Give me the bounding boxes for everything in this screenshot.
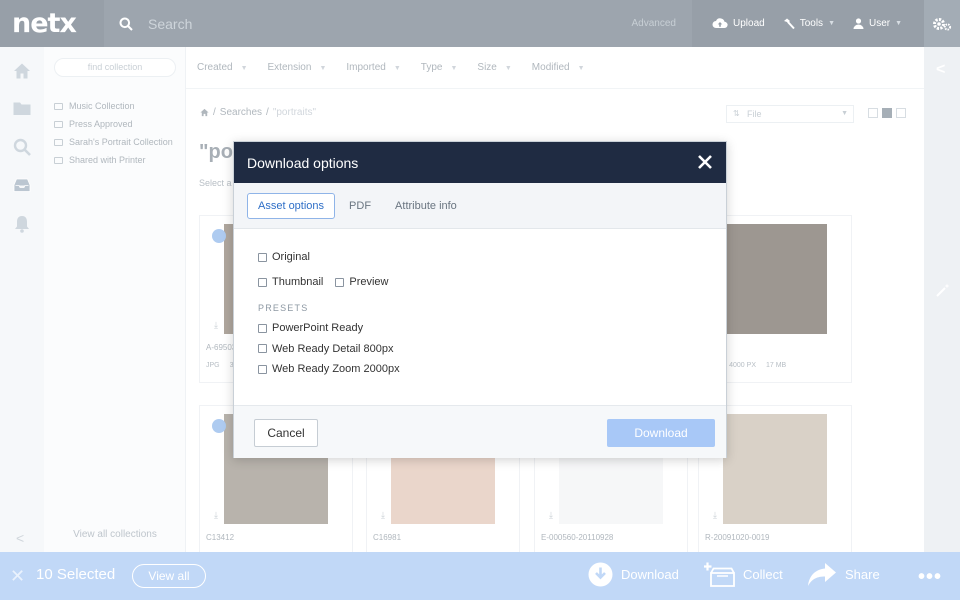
dialog-header: Download options [234,142,726,183]
share-button[interactable]: Share [807,562,880,587]
selection-bar: ✕ 10 Selected View all Download Collect … [0,552,960,600]
preset-label: Web Ready Zoom 2000px [272,363,400,375]
preview-checkbox[interactable] [335,277,345,287]
dialog-footer: Cancel Download [234,405,726,458]
preset-checkbox[interactable] [258,364,267,374]
preset-checkbox[interactable] [258,344,267,353]
option-thumbnail[interactable]: Thumbnail [258,274,323,290]
presets-heading: PRESETS [258,303,309,313]
original-checkbox[interactable] [258,252,267,262]
preset-web-ready-zoom[interactable]: Web Ready Zoom 2000px [258,361,726,377]
tab-asset-options[interactable]: Asset options [247,192,336,219]
download-selected-button[interactable]: Download [588,562,679,587]
preset-web-ready-detail[interactable]: Web Ready Detail 800px [258,341,726,357]
preset-powerpoint-ready[interactable]: PowerPoint Ready [258,320,726,336]
preset-checkbox[interactable] [258,323,267,333]
thumbnail-checkbox[interactable] [258,277,267,287]
option-row: Thumbnail Preview [258,274,726,290]
share-arrow-icon [808,563,836,586]
preview-label: Preview [349,276,389,288]
thumbnail-label: Thumbnail [272,276,324,288]
asset-options-panel: Original Thumbnail Preview PRESETS Power… [234,229,726,377]
dialog-tabs: Asset options PDF Attribute info [234,183,726,229]
collect-button[interactable]: Collect [704,562,783,587]
add-to-collection-icon [704,562,735,587]
preset-label: Web Ready Detail 800px [272,342,394,355]
preset-label: PowerPoint Ready [272,322,364,334]
collect-label: Collect [743,567,783,582]
tab-pdf[interactable]: PDF [339,193,381,219]
original-label: Original [272,251,310,263]
download-options-dialog: Download options Asset options PDF Attri… [233,141,727,458]
view-all-selected-button[interactable]: View all [132,564,206,588]
tab-attribute-info[interactable]: Attribute info [385,193,467,219]
option-preview[interactable]: Preview [335,274,388,290]
clear-selection-icon[interactable]: ✕ [10,566,25,587]
share-label: Share [845,567,880,582]
more-options-icon[interactable]: ••• [918,566,942,589]
dialog-title: Download options [247,154,359,171]
download-circle-icon [588,562,613,587]
option-original[interactable]: Original [258,249,726,265]
download-button[interactable]: Download [607,419,715,447]
cancel-button[interactable]: Cancel [254,419,318,447]
download-label: Download [621,567,679,582]
close-icon[interactable] [696,153,714,171]
selected-count: 10 Selected [36,566,116,583]
